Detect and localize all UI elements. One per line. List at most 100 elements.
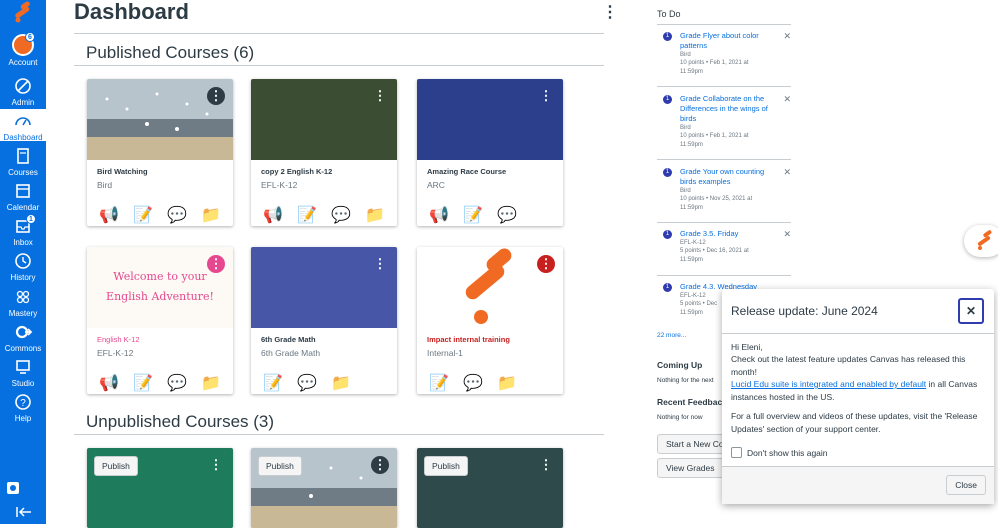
dont-show-checkbox[interactable]	[731, 447, 742, 458]
announcements-icon[interactable]: 📢	[263, 205, 283, 224]
unpublished-course-card[interactable]: Publish ⋮	[417, 448, 563, 528]
card-options-icon[interactable]: ⋮	[207, 255, 225, 273]
unpublished-course-card[interactable]: Publish ⋮	[251, 448, 397, 528]
published-heading: Published Courses (6)	[86, 43, 255, 62]
nav-account-label: Account	[8, 58, 38, 67]
divider	[74, 65, 604, 66]
close-icon[interactable]: ✕	[958, 298, 984, 324]
collapse-nav-icon[interactable]	[16, 506, 32, 518]
discussions-icon[interactable]: 💬	[297, 373, 317, 392]
nav-courses[interactable]: Courses	[0, 146, 46, 177]
dismiss-icon[interactable]: ✕	[783, 94, 791, 105]
logo-icon[interactable]	[9, 1, 35, 23]
card-title[interactable]: Amazing Race Course	[427, 167, 506, 176]
course-card[interactable]: ⋮ Impact internal training Internal-1 📝 💬…	[417, 247, 563, 394]
announcements-icon[interactable]: 📢	[99, 373, 119, 392]
card-title[interactable]: copy 2 English K-12	[261, 167, 332, 176]
nav-commons[interactable]: Commons	[0, 322, 46, 353]
assignments-icon[interactable]: 📝	[133, 373, 153, 392]
todo-item[interactable]: 1 Grade Your own counting birds examples…	[663, 167, 791, 219]
discussions-icon[interactable]: 💬	[463, 373, 483, 392]
nav-mastery[interactable]: Mastery	[0, 287, 46, 318]
files-icon[interactable]: 📁	[365, 205, 385, 224]
todo-item[interactable]: 1 Grade Collaborate on the Differences i…	[663, 94, 791, 154]
nav-dashboard-label: Dashboard	[3, 133, 43, 142]
avatar: 6	[12, 32, 35, 56]
discussions-icon[interactable]: 💬	[167, 373, 187, 392]
divider	[657, 275, 791, 276]
nav-account[interactable]: 6 Account	[0, 32, 46, 67]
card-title[interactable]: 6th Grade Math	[261, 335, 316, 344]
assignments-icon[interactable]: 📝	[463, 205, 483, 224]
todo-title[interactable]: Grade 3.5. Friday	[680, 229, 738, 238]
impact-launcher-button[interactable]	[964, 225, 998, 257]
assignments-icon[interactable]: 📝	[263, 373, 283, 392]
assignments-icon[interactable]: 📝	[429, 373, 449, 392]
assignments-icon[interactable]: 📝	[297, 205, 317, 224]
announcements-icon[interactable]: 📢	[429, 205, 449, 224]
dialog-paragraph-link: Lucid Edu suite is integrated and enable…	[731, 378, 983, 403]
card-options-icon[interactable]: ⋮	[371, 87, 389, 105]
publish-button[interactable]: Publish	[94, 456, 138, 476]
dashboard-options-icon[interactable]: ⋮	[602, 2, 618, 22]
todo-item[interactable]: 1 Grade Flyer about color patterns Bird …	[663, 31, 791, 83]
nav-inbox[interactable]: 1 Inbox	[0, 214, 46, 247]
nav-admin[interactable]: Admin	[0, 76, 46, 107]
card-title[interactable]: Bird Watching	[97, 167, 148, 176]
todo-title[interactable]: Grade Flyer about color patterns	[680, 31, 759, 50]
card-title[interactable]: Impact internal training	[427, 335, 510, 344]
dismiss-icon[interactable]: ✕	[783, 229, 791, 240]
nav-studio[interactable]: Studio	[0, 357, 46, 388]
discussions-icon[interactable]: 💬	[167, 205, 187, 224]
dismiss-icon[interactable]: ✕	[783, 31, 791, 42]
nav-history-label: History	[10, 273, 36, 282]
close-button[interactable]: Close	[946, 475, 986, 495]
mini-app-icon[interactable]	[7, 482, 19, 494]
dialog-greeting: Hi Eleni,	[731, 342, 763, 352]
todo-title[interactable]: Grade Collaborate on the Differences in …	[680, 94, 768, 123]
nav-dashboard[interactable]: Dashboard	[0, 109, 46, 142]
files-icon[interactable]: 📁	[201, 373, 221, 392]
card-options-icon[interactable]: ⋮	[207, 87, 225, 105]
todo-item[interactable]: 1 Grade 3.5. Friday EFL-K-12 5 points • …	[663, 229, 791, 273]
unpublished-course-card[interactable]: Publish ⋮	[87, 448, 233, 528]
divider	[657, 86, 791, 87]
dialog-title: Release update: June 2024	[731, 304, 878, 318]
svg-text:?: ?	[20, 398, 26, 409]
nav-studio-label: Studio	[11, 379, 35, 388]
nav-history[interactable]: History	[0, 251, 46, 282]
publish-button[interactable]: Publish	[258, 456, 302, 476]
course-card[interactable]: ⋮ copy 2 English K-12 EFL-K-12 📢 📝 💬 📁	[251, 79, 397, 226]
divider	[74, 434, 604, 435]
todo-more-link[interactable]: 22 more...	[657, 332, 686, 339]
nav-calendar[interactable]: Calendar	[0, 181, 46, 212]
dismiss-icon[interactable]: ✕	[783, 167, 791, 178]
card-options-icon[interactable]: ⋮	[371, 255, 389, 273]
card-options-icon[interactable]: ⋮	[537, 87, 555, 105]
card-options-icon[interactable]: ⋮	[537, 456, 555, 474]
nav-help[interactable]: ? Help	[0, 392, 46, 423]
card-options-icon[interactable]: ⋮	[371, 456, 389, 474]
dialog-footer: Close	[722, 466, 994, 504]
course-card[interactable]: ⋮ Bird Watching Bird 📢 📝 💬 📁	[87, 79, 233, 226]
lucid-edu-link[interactable]: Lucid Edu suite is integrated and enable…	[731, 379, 926, 389]
discussions-icon[interactable]: 💬	[497, 205, 517, 224]
files-icon[interactable]: 📁	[201, 205, 221, 224]
course-card[interactable]: Welcome to your English Adventure! ⋮ Eng…	[87, 247, 233, 394]
publish-button[interactable]: Publish	[424, 456, 468, 476]
discussions-icon[interactable]: 💬	[331, 205, 351, 224]
card-options-icon[interactable]: ⋮	[537, 255, 555, 273]
course-card[interactable]: ⋮ 6th Grade Math 6th Grade Math 📝 💬 📁	[251, 247, 397, 394]
card-subtitle: EFL-K-12	[97, 348, 134, 358]
card-options-icon[interactable]: ⋮	[207, 456, 225, 474]
assignments-icon[interactable]: 📝	[133, 205, 153, 224]
card-subtitle: Bird	[97, 180, 113, 190]
todo-title[interactable]: Grade Your own counting birds examples	[680, 167, 764, 186]
files-icon[interactable]: 📁	[497, 373, 517, 392]
announcements-icon[interactable]: 📢	[99, 205, 119, 224]
course-card[interactable]: ⋮ Amazing Race Course ARC 📢 📝 💬	[417, 79, 563, 226]
mastery-icon	[16, 290, 30, 304]
files-icon[interactable]: 📁	[331, 373, 351, 392]
card-title[interactable]: English K-12	[97, 335, 140, 344]
main-content: Dashboard ⋮ Published Courses (6) ⋮ Bird…	[46, 0, 646, 528]
